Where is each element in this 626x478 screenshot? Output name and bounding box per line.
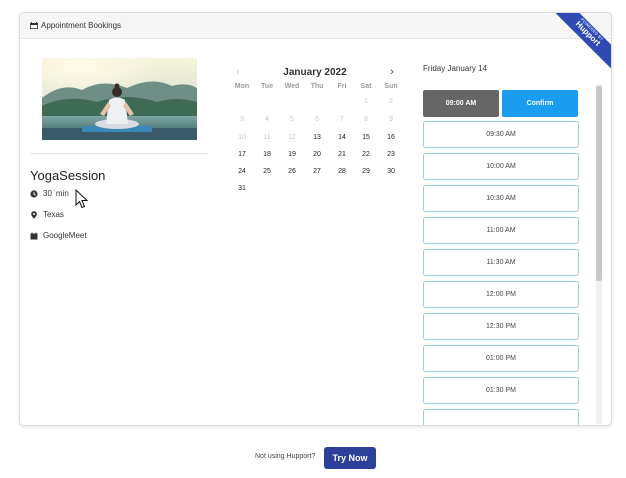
footer-prompt: Not using Hupport?	[255, 453, 316, 460]
calendar-day[interactable]: 28	[330, 165, 354, 179]
time-slot-button[interactable]: 10:00 AM	[423, 153, 579, 180]
map-pin-icon	[31, 210, 37, 219]
location-text: Texas	[43, 210, 64, 219]
calendar-day[interactable]: 24	[230, 165, 254, 179]
event-title: YogaSession	[30, 168, 106, 183]
weekday-label: Fri	[337, 83, 347, 90]
calendar-day[interactable]: 31	[230, 182, 254, 196]
time-slot-button[interactable]: 11:30 AM	[423, 249, 579, 276]
weekday-label: Sat	[360, 83, 372, 90]
platform-text: GoogleMeet	[43, 231, 87, 240]
selected-time-slot[interactable]: 09:00 AM	[423, 90, 499, 117]
calendar-day[interactable]: 15	[354, 131, 378, 145]
calendar-day: 4	[265, 116, 269, 123]
calendar-day: 9	[389, 116, 393, 123]
calendar-day[interactable]: 23	[379, 148, 403, 162]
platform-row: GoogleMeet	[30, 231, 87, 240]
calendar-day: 10	[238, 134, 246, 141]
calendar-icon	[30, 232, 38, 239]
calendar-day: 7	[340, 116, 344, 123]
header-title: Appointment Bookings	[41, 21, 122, 30]
time-slot-button[interactable]: 12:30 PM	[423, 313, 579, 340]
confirm-button[interactable]: Confirm	[502, 90, 578, 117]
calendar-day[interactable]: 26	[280, 165, 304, 179]
weekday-label: Wed	[284, 83, 300, 90]
time-slot-button[interactable]	[423, 409, 579, 425]
calendar-day: 6	[315, 116, 319, 123]
calendar-day: 8	[364, 116, 368, 123]
card-header: Appointment Bookings	[20, 13, 611, 39]
calendar-day[interactable]: 14	[330, 131, 354, 145]
try-now-button[interactable]: Try Now	[324, 447, 376, 469]
calendar-day: 12	[288, 134, 296, 141]
chevron-right-icon[interactable]: ›	[386, 66, 398, 78]
calendar-day[interactable]: 21	[330, 148, 354, 162]
calendar-day[interactable]: 30	[379, 165, 403, 179]
calendar-day[interactable]: 25	[255, 165, 279, 179]
time-slot-button[interactable]: 01:30 PM	[423, 377, 579, 404]
clock-icon	[30, 189, 38, 198]
location-row: Texas	[30, 210, 64, 219]
weekday-label: Mon	[234, 83, 250, 90]
calendar-day[interactable]: 19	[280, 148, 304, 162]
yoga-hero-image	[42, 58, 197, 140]
slot-scrollbar[interactable]	[596, 84, 602, 424]
duration-row: 30 min	[30, 189, 69, 198]
duration-value: 30	[43, 189, 52, 198]
calendar-day: 3	[240, 116, 244, 123]
calendar-day[interactable]: 27	[305, 165, 329, 179]
calendar-day: 5	[290, 116, 294, 123]
chevron-left-icon[interactable]: ‹	[232, 66, 244, 78]
time-slot-button[interactable]: 11:00 AM	[423, 217, 579, 244]
calendar-icon	[30, 22, 38, 29]
booking-card: Appointment Bookings POWERED BY Hupport	[19, 12, 612, 426]
calendar-day[interactable]: 18	[255, 148, 279, 162]
selected-date-label: Friday January 14	[423, 64, 488, 73]
duration-unit: min	[55, 189, 69, 198]
calendar-header: ‹ January 2022 ›	[232, 65, 398, 79]
calendar-day[interactable]: 29	[354, 165, 378, 179]
ribbon-brand: Hupport	[573, 19, 603, 48]
calendar-day[interactable]: 16	[379, 131, 403, 145]
divider	[30, 153, 208, 154]
calendar-day[interactable]: 22	[354, 148, 378, 162]
time-slot-button[interactable]: 09:30 AM	[423, 121, 579, 148]
time-slot-button[interactable]: 10:30 AM	[423, 185, 579, 212]
calendar-day[interactable]: 17	[230, 148, 254, 162]
time-slot-button[interactable]: 01:00 PM	[423, 345, 579, 372]
month-label: January 2022	[283, 66, 347, 78]
weekday-label: Tue	[261, 83, 273, 90]
scrollbar-thumb[interactable]	[596, 86, 602, 281]
calendar-day: 1	[364, 98, 368, 105]
weekday-label: Thu	[310, 83, 324, 90]
calendar-day[interactable]: 13	[305, 131, 329, 145]
time-slot-button[interactable]: 12:00 PM	[423, 281, 579, 308]
powered-by-ribbon[interactable]: POWERED BY Hupport	[551, 13, 611, 73]
mouse-cursor-icon	[75, 189, 88, 209]
calendar-day: 11	[263, 134, 271, 141]
calendar-day: 2	[389, 98, 393, 105]
weekday-label: Sun	[384, 83, 398, 90]
calendar-day[interactable]: 20	[305, 148, 329, 162]
